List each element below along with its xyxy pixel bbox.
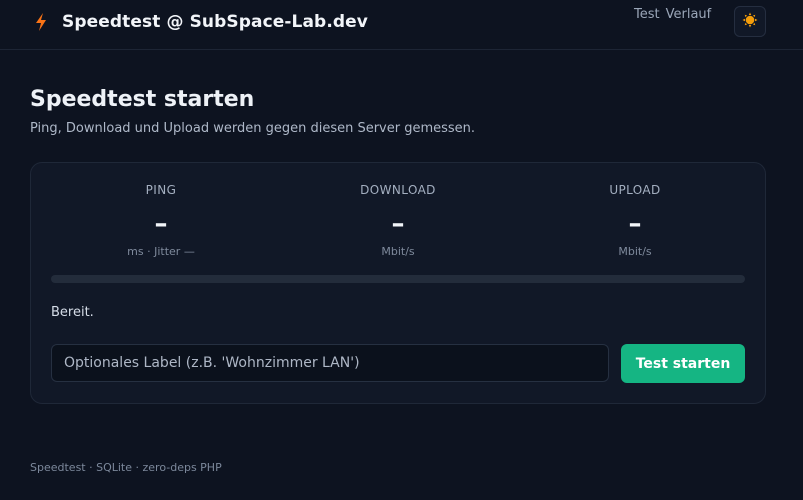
- ping-label: PING: [145, 183, 177, 197]
- start-test-button[interactable]: Test starten: [621, 344, 745, 383]
- footer-text: Speedtest · SQLite · zero-deps PHP: [30, 461, 222, 474]
- main-nav: Test Verlauf: [634, 7, 717, 22]
- ping-unit: ms · Jitter —: [127, 245, 195, 258]
- page-subtitle: Ping, Download und Upload werden gegen d…: [30, 121, 476, 136]
- theme-toggle-button[interactable]: [734, 6, 766, 37]
- nav-link-verlauf[interactable]: Verlauf: [666, 7, 712, 22]
- download-unit: Mbit/s: [381, 245, 415, 258]
- top-bar: Speedtest @ SubSpace-Lab.dev Test Verlau…: [0, 0, 803, 50]
- download-metric: DOWNLOAD – Mbit/s: [280, 183, 516, 258]
- upload-metric: UPLOAD – Mbit/s: [517, 183, 753, 258]
- app-title: Speedtest @ SubSpace-Lab.dev: [62, 12, 368, 32]
- progress-bar: [51, 275, 745, 283]
- upload-value: –: [628, 209, 642, 239]
- status-text: Bereit.: [51, 305, 94, 320]
- download-label: DOWNLOAD: [360, 183, 436, 197]
- label-input[interactable]: [51, 344, 609, 382]
- speedtest-card: PING – ms · Jitter — DOWNLOAD – Mbit/s U…: [30, 162, 766, 404]
- page-title: Speedtest starten: [30, 87, 255, 112]
- upload-label: UPLOAD: [609, 183, 661, 197]
- ping-value: –: [154, 209, 168, 239]
- sun-icon: [742, 12, 758, 32]
- brand[interactable]: Speedtest @ SubSpace-Lab.dev: [34, 10, 368, 34]
- ping-metric: PING – ms · Jitter —: [43, 183, 279, 258]
- upload-unit: Mbit/s: [618, 245, 652, 258]
- lightning-bolt-icon: [34, 12, 48, 32]
- nav-link-test[interactable]: Test: [634, 7, 660, 22]
- download-value: –: [391, 209, 405, 239]
